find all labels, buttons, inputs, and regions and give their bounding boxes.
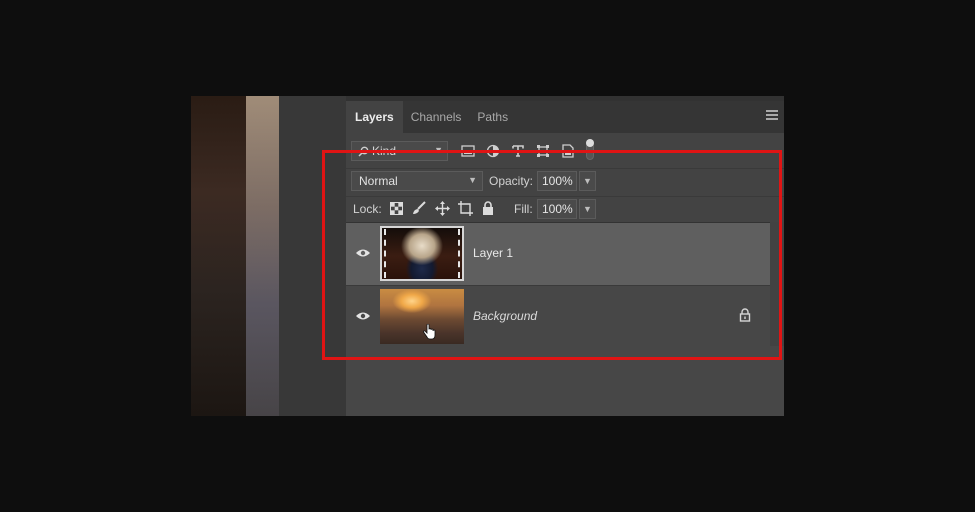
fill-label: Fill: — [514, 202, 533, 216]
layer-name[interactable]: Layer 1 — [473, 246, 513, 260]
filter-kind-label: Kind — [372, 144, 397, 158]
canvas-image-left — [191, 96, 246, 416]
fill-dropdown-button[interactable]: ▼ — [579, 199, 596, 219]
chevron-down-icon: ▼ — [434, 145, 443, 155]
canvas-area — [191, 96, 346, 416]
shape-filter-icon[interactable] — [534, 142, 551, 159]
opacity-input[interactable]: 100% — [537, 171, 577, 191]
type-filter-icon[interactable] — [509, 142, 526, 159]
chevron-down-icon: ▼ — [583, 176, 592, 186]
chevron-down-icon: ▼ — [583, 204, 592, 214]
eye-icon[interactable] — [355, 310, 371, 322]
layers-list: Layer 1 Background — [346, 222, 770, 347]
layers-scrollbar[interactable] — [770, 222, 784, 346]
tab-paths[interactable]: Paths — [469, 101, 516, 133]
panel-tabs: Layers Channels Paths — [346, 101, 784, 133]
blend-mode-select[interactable]: Normal ▼ — [351, 171, 483, 191]
lock-row: Lock: Fill: 100% ▼ — [346, 196, 784, 221]
blend-mode-value: Normal — [359, 174, 398, 188]
tab-channels[interactable]: Channels — [403, 101, 470, 133]
layer-thumbnail[interactable] — [380, 226, 464, 281]
opacity-dropdown-button[interactable]: ▼ — [579, 171, 596, 191]
opacity-label: Opacity: — [489, 174, 534, 188]
chevron-down-icon: ▼ — [468, 175, 477, 185]
canvas-pasteboard — [279, 96, 346, 416]
blend-row: Normal ▼ Opacity: 100% ▼ — [346, 168, 784, 193]
lock-icon — [739, 308, 751, 322]
filter-kind-select[interactable]: Kind ▼ — [351, 141, 448, 161]
layer-name[interactable]: Background — [473, 309, 537, 323]
canvas-image-mid — [246, 96, 279, 416]
search-icon — [358, 146, 369, 157]
panel-menu-icon[interactable] — [766, 110, 778, 120]
tab-layers[interactable]: Layers — [346, 101, 403, 133]
layer-row-background[interactable]: Background — [346, 285, 770, 347]
hand-cursor-icon — [423, 324, 436, 340]
lock-artboard-icon[interactable] — [457, 200, 473, 216]
smart-object-filter-icon[interactable] — [559, 142, 576, 159]
lock-all-icon[interactable] — [480, 200, 496, 216]
eye-icon[interactable] — [355, 247, 371, 259]
filter-toggle-switch[interactable] — [586, 139, 594, 160]
image-filter-icon[interactable] — [459, 142, 476, 159]
lock-label: Lock: — [353, 202, 382, 216]
lock-position-icon[interactable] — [434, 200, 450, 216]
adjustment-filter-icon[interactable] — [484, 142, 501, 159]
layer-row-layer-1[interactable]: Layer 1 — [346, 223, 770, 285]
fill-value: 100% — [542, 202, 573, 216]
layer-mask-border — [384, 229, 460, 278]
lock-transparent-pixels-icon[interactable] — [388, 200, 404, 216]
fill-input[interactable]: 100% — [537, 199, 577, 219]
opacity-value: 100% — [542, 174, 573, 188]
layers-panel: Layers Channels Paths Kind ▼ Normal ▼ Op… — [346, 96, 784, 416]
layers-empty-area — [346, 346, 784, 416]
lock-image-pixels-icon[interactable] — [411, 200, 427, 216]
layer-filter-row: Kind ▼ — [346, 139, 784, 164]
